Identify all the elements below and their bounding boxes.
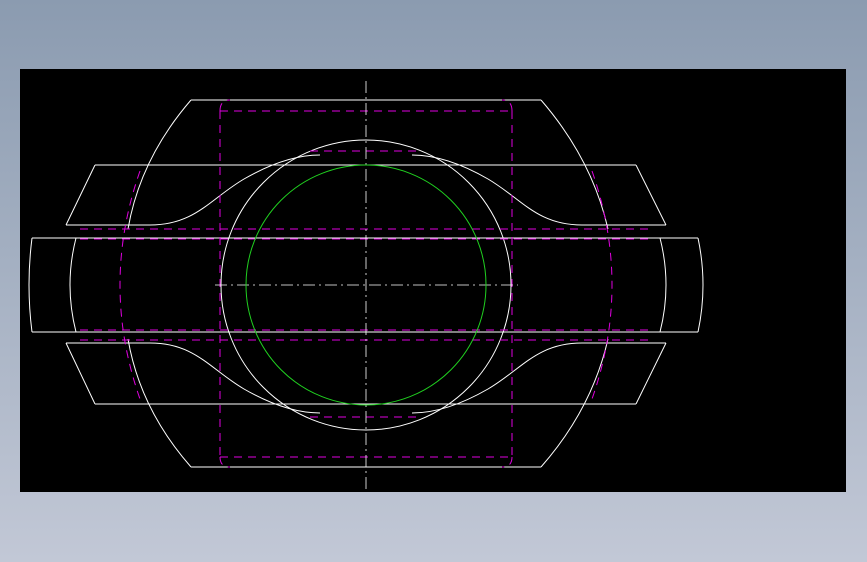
cad-viewport[interactable]	[20, 69, 846, 492]
center-lines	[215, 81, 518, 489]
preview-window: { "window": { "title": "" }, "colors": {…	[0, 0, 867, 562]
cad-drawing	[28, 81, 704, 489]
